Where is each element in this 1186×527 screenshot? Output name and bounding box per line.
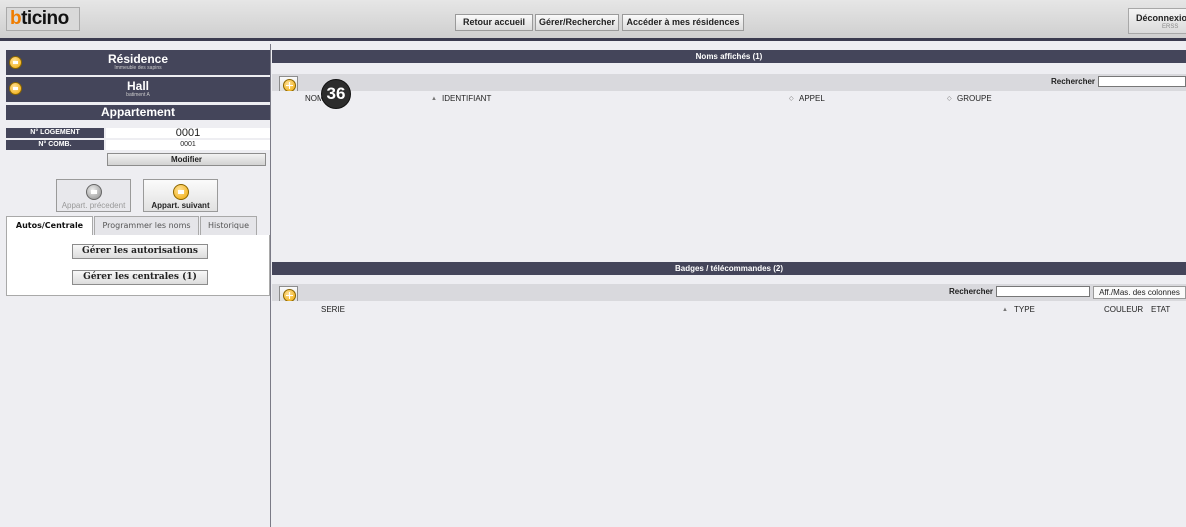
residence-subtitle: Immeuble des sapins <box>114 65 162 71</box>
sort-icon[interactable]: ◇ <box>789 95 794 102</box>
sort-asc-icon[interactable]: ▲ <box>431 96 437 102</box>
names-search-input[interactable] <box>1098 76 1186 87</box>
column-header-couleur[interactable]: COULEUR <box>1104 305 1143 314</box>
field-row-logement: N° LOGEMENT 0001 <box>6 128 270 139</box>
residence-title: Résidence <box>107 52 169 66</box>
names-search-label: Rechercher <box>1051 77 1096 86</box>
column-header-etat[interactable]: ETAT <box>1151 305 1170 314</box>
previous-apartment-button[interactable]: Appart. précedent <box>56 179 131 212</box>
tab-autos-centrale[interactable]: Autos/Centrale <box>6 216 93 236</box>
sidebar: Résidence Immeuble des sapins Hall batim… <box>0 44 271 527</box>
field-label: N° COMB. <box>6 140 104 150</box>
column-header-appel[interactable]: APPEL <box>799 94 825 103</box>
tab-programmer-noms[interactable]: Programmer les noms <box>94 216 199 236</box>
hall-title: Hall <box>126 79 149 93</box>
callout-badge: 36 <box>321 79 351 109</box>
residence-header: Résidence Immeuble des sapins <box>6 50 270 75</box>
badges-section-title: Badges / télécommandes (2) <box>272 262 1186 275</box>
arrow-right-icon <box>172 184 189 200</box>
column-header-serie[interactable]: SERIE <box>321 305 345 314</box>
column-header-type[interactable]: TYPE <box>1014 305 1035 314</box>
names-section-title: Noms affichés (1) <box>272 50 1186 63</box>
logout-label: Déconnexion <box>1136 13 1186 23</box>
next-apartment-button[interactable]: Appart. suivant <box>143 179 218 212</box>
field-label: N° LOGEMENT <box>6 128 104 138</box>
names-toolbar <box>272 74 1186 91</box>
names-grid <box>272 91 1186 259</box>
next-apartment-label: Appart. suivant <box>151 201 210 210</box>
tab-panel: Gérer les autorisations Gérer les centra… <box>6 235 270 296</box>
logo-b: b <box>10 8 22 29</box>
arrow-left-icon <box>85 184 102 200</box>
toggle-columns-button[interactable]: Aff./Mas. des colonnes <box>1093 286 1186 299</box>
top-bar: bticino Retour accueil Gérer/Rechercher … <box>0 0 1186 41</box>
sort-icon[interactable]: ◇ <box>947 95 952 102</box>
logout-button[interactable]: Déconnexion ERSS <box>1128 8 1186 34</box>
previous-apartment-label: Appart. précedent <box>61 201 126 210</box>
logo-rest: ticino <box>21 8 69 29</box>
manage-authorizations-button[interactable]: Gérer les autorisations <box>72 244 208 259</box>
bticino-logo: bticino <box>6 7 80 31</box>
field-row-comb: N° COMB. 0001 <box>6 140 270 150</box>
column-header-groupe[interactable]: GROUPE <box>957 94 992 103</box>
badges-search-input[interactable] <box>996 286 1090 297</box>
manage-search-button[interactable]: Gérer/Rechercher <box>535 14 619 31</box>
sort-asc-icon[interactable]: ▲ <box>1002 307 1008 313</box>
manage-centrals-button[interactable]: Gérer les centrales (1) <box>72 270 208 285</box>
hall-subtitle: batiment A <box>126 92 150 98</box>
badges-grid <box>272 301 1186 527</box>
field-value: 0001 <box>106 128 270 139</box>
home-button[interactable]: Retour accueil <box>455 14 533 31</box>
column-header-identifiant[interactable]: IDENTIFIANT <box>442 94 491 103</box>
residence-nav-icon[interactable] <box>9 56 22 69</box>
logout-sub: ERSS <box>1162 24 1179 30</box>
tab-bar: Autos/Centrale Programmer les noms Histo… <box>6 216 266 236</box>
hall-nav-icon[interactable] <box>9 82 22 95</box>
tab-historique[interactable]: Historique <box>200 216 257 236</box>
apartment-header: Appartement <box>6 105 270 120</box>
my-residences-button[interactable]: Accéder à mes résidences <box>622 14 744 31</box>
badges-search-label: Rechercher <box>949 287 994 296</box>
hall-header: Hall batiment A <box>6 77 270 102</box>
modify-button[interactable]: Modifier <box>107 153 266 166</box>
field-value: 0001 <box>106 140 270 150</box>
